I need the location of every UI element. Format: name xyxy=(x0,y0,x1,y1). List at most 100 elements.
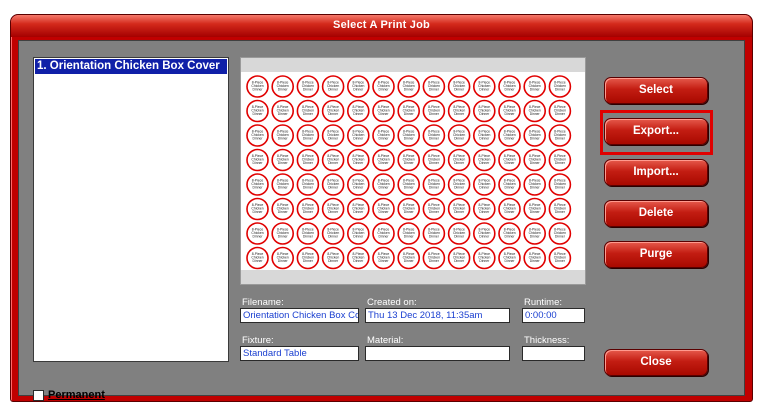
preview-label-circle: 8-PieceChickenDinner xyxy=(271,246,295,270)
preview-label-circle: 8-PieceChickenDinner xyxy=(372,148,395,172)
preview-label-text: Dinner xyxy=(530,161,541,165)
preview-label-text: Dinner xyxy=(278,88,289,92)
preview-label-circle: 8-PieceChickenDinner xyxy=(372,75,395,98)
preview-label-circle: 8-PieceChickenDinner xyxy=(498,222,521,245)
preview-label-circle: 8-PieceChickenDinner xyxy=(321,99,345,123)
preview-label-text: Dinner xyxy=(429,259,440,263)
preview-label-text: Dinner xyxy=(429,186,440,190)
preview-label-circle: 8-PieceChickenDinner xyxy=(548,75,572,98)
preview-label-text: Dinner xyxy=(479,137,490,141)
preview-label-circle: 8-PieceChickenDinner xyxy=(548,173,572,196)
preview-label-text: Dinner xyxy=(555,161,566,165)
runtime-field: 0:00:00 xyxy=(522,308,585,323)
preview-label-circle: 8-PieceChickenDinner xyxy=(296,197,320,221)
preview-label-circle: 8-PieceChickenDinner xyxy=(548,124,572,147)
preview-label-text: Dinner xyxy=(479,259,490,263)
preview-label-circle: 8-PieceChickenDinner xyxy=(321,173,345,196)
delete-button[interactable]: Delete xyxy=(604,200,708,227)
preview-label-text: Dinner xyxy=(404,235,415,239)
preview-label-circle: 8-PieceChickenDinner xyxy=(422,148,446,172)
preview-label-circle: 8-PieceChickenDinner xyxy=(271,99,295,123)
close-button[interactable]: Close xyxy=(604,349,708,376)
preview-label-circle: 8-PieceChickenDinner xyxy=(422,124,446,147)
preview-label-circle: 8-PieceChickenDinner xyxy=(246,99,269,123)
preview-label-text: Dinner xyxy=(479,210,490,214)
created-on-label: Created on: xyxy=(367,297,417,308)
preview-label-text: Dinner xyxy=(303,210,314,214)
preview-label-text: Dinner xyxy=(530,210,541,214)
preview-label-text: Dinner xyxy=(479,161,490,165)
runtime-label: Runtime: xyxy=(524,297,563,308)
preview-label-text: Dinner xyxy=(379,161,390,165)
preview-label-text: Dinner xyxy=(278,112,289,116)
preview-label-text: Dinner xyxy=(404,112,415,116)
preview-label-text: Dinner xyxy=(454,210,465,214)
preview-label-circle: 8-PieceChickenDinner xyxy=(372,197,395,221)
preview-label-text: Dinner xyxy=(379,112,390,116)
preview-label-text: Dinner xyxy=(454,186,465,190)
permanent-checkbox[interactable] xyxy=(33,389,44,401)
preview-label-circle: 8-PieceChickenDinner xyxy=(473,246,496,270)
select-button[interactable]: Select xyxy=(604,77,708,104)
preview-label-text: Dinner xyxy=(303,88,314,92)
print-job-list[interactable]: 1. Orientation Chicken Box Cover xyxy=(33,57,229,362)
preview-label-circle: 8-PieceChickenDinner xyxy=(372,173,395,196)
preview-label-text: Dinner xyxy=(404,137,415,141)
import-button[interactable]: Import... xyxy=(604,159,708,186)
preview-label-text: Dinner xyxy=(404,161,415,165)
preview-label-text: Dinner xyxy=(303,259,314,263)
preview-label-text: Dinner xyxy=(555,210,566,214)
preview-label-circle: 8-PieceChickenDinner xyxy=(271,197,295,221)
preview-label-text: Dinner xyxy=(278,161,289,165)
preview-bottom-strip xyxy=(241,270,585,284)
preview-label-text: Dinner xyxy=(479,112,490,116)
preview-label-text: Dinner xyxy=(278,235,289,239)
preview-label-circle: 8-PieceChickenDinner xyxy=(498,246,521,270)
preview-label-text: Dinner xyxy=(353,186,364,190)
preview-label-text: Dinner xyxy=(505,112,516,116)
dialog-body: 1. Orientation Chicken Box Cover 8-Piece… xyxy=(18,40,745,401)
preview-label-text: Dinner xyxy=(278,210,289,214)
preview-label-circle: 8-PieceChickenDinner xyxy=(498,99,521,123)
preview-label-circle: 8-PieceChickenDinner xyxy=(473,148,496,172)
export-button[interactable]: Export... xyxy=(604,118,708,145)
preview-label-text: Dinner xyxy=(555,186,566,190)
preview-label-text: Dinner xyxy=(278,186,289,190)
preview-label-circle: 8-PieceChickenDinner xyxy=(271,75,295,98)
preview-label-text: Dinner xyxy=(253,112,264,116)
preview-label-circle: 8-PieceChickenDinner xyxy=(397,99,420,123)
preview-label-text: Dinner xyxy=(404,88,415,92)
preview-label-text: Dinner xyxy=(505,235,516,239)
preview-label-text: Dinner xyxy=(429,235,440,239)
preview-label-circle: 8-PieceChickenDinner xyxy=(422,99,446,123)
preview-label-text: Dinner xyxy=(505,259,516,263)
preview-label-circle: 8-PieceChickenDinner xyxy=(271,173,295,196)
preview-label-text: Dinner xyxy=(479,186,490,190)
preview-label-circle: 8-PieceChickenDinner xyxy=(473,222,496,245)
preview-label-text: Dinner xyxy=(479,235,490,239)
thickness-field xyxy=(522,346,585,361)
thickness-label: Thickness: xyxy=(524,335,570,346)
purge-button[interactable]: Purge xyxy=(604,241,708,268)
dialog-title: Select A Print Job xyxy=(11,15,752,37)
preview-label-text: Dinner xyxy=(404,259,415,263)
preview-label-circle: 8-PieceChickenDinner xyxy=(347,75,370,98)
preview-label-text: Dinner xyxy=(379,88,390,92)
preview-label-circle: 8-PieceChickenDinner xyxy=(473,99,496,123)
permanent-option[interactable]: Permanent xyxy=(33,388,105,402)
preview-label-circle: 8-PieceChickenDinner xyxy=(548,197,572,221)
preview-label-text: Dinner xyxy=(530,259,541,263)
preview-label-circle: 8-PieceChickenDinner xyxy=(321,246,345,270)
preview-label-text: Dinner xyxy=(253,137,264,141)
preview-label-circle: 8-PieceChickenDinner xyxy=(296,75,320,98)
preview-label-circle: 8-PieceChickenDinner xyxy=(523,75,547,98)
preview-label-circle: 8-PieceChickenDinner xyxy=(271,124,295,147)
preview-label-circle: 8-PieceChickenDinner xyxy=(246,173,269,196)
preview-label-text: Dinner xyxy=(379,137,390,141)
preview-label-circle: 8-PieceChickenDinner xyxy=(246,222,269,245)
preview-label-text: Dinner xyxy=(530,137,541,141)
preview-label-text: Dinner xyxy=(328,88,339,92)
preview-layout-svg: 8-PieceChickenDinner8-PieceChickenDinner… xyxy=(246,75,572,270)
preview-label-text: Dinner xyxy=(555,259,566,263)
list-item-job-1[interactable]: 1. Orientation Chicken Box Cover xyxy=(35,59,227,74)
